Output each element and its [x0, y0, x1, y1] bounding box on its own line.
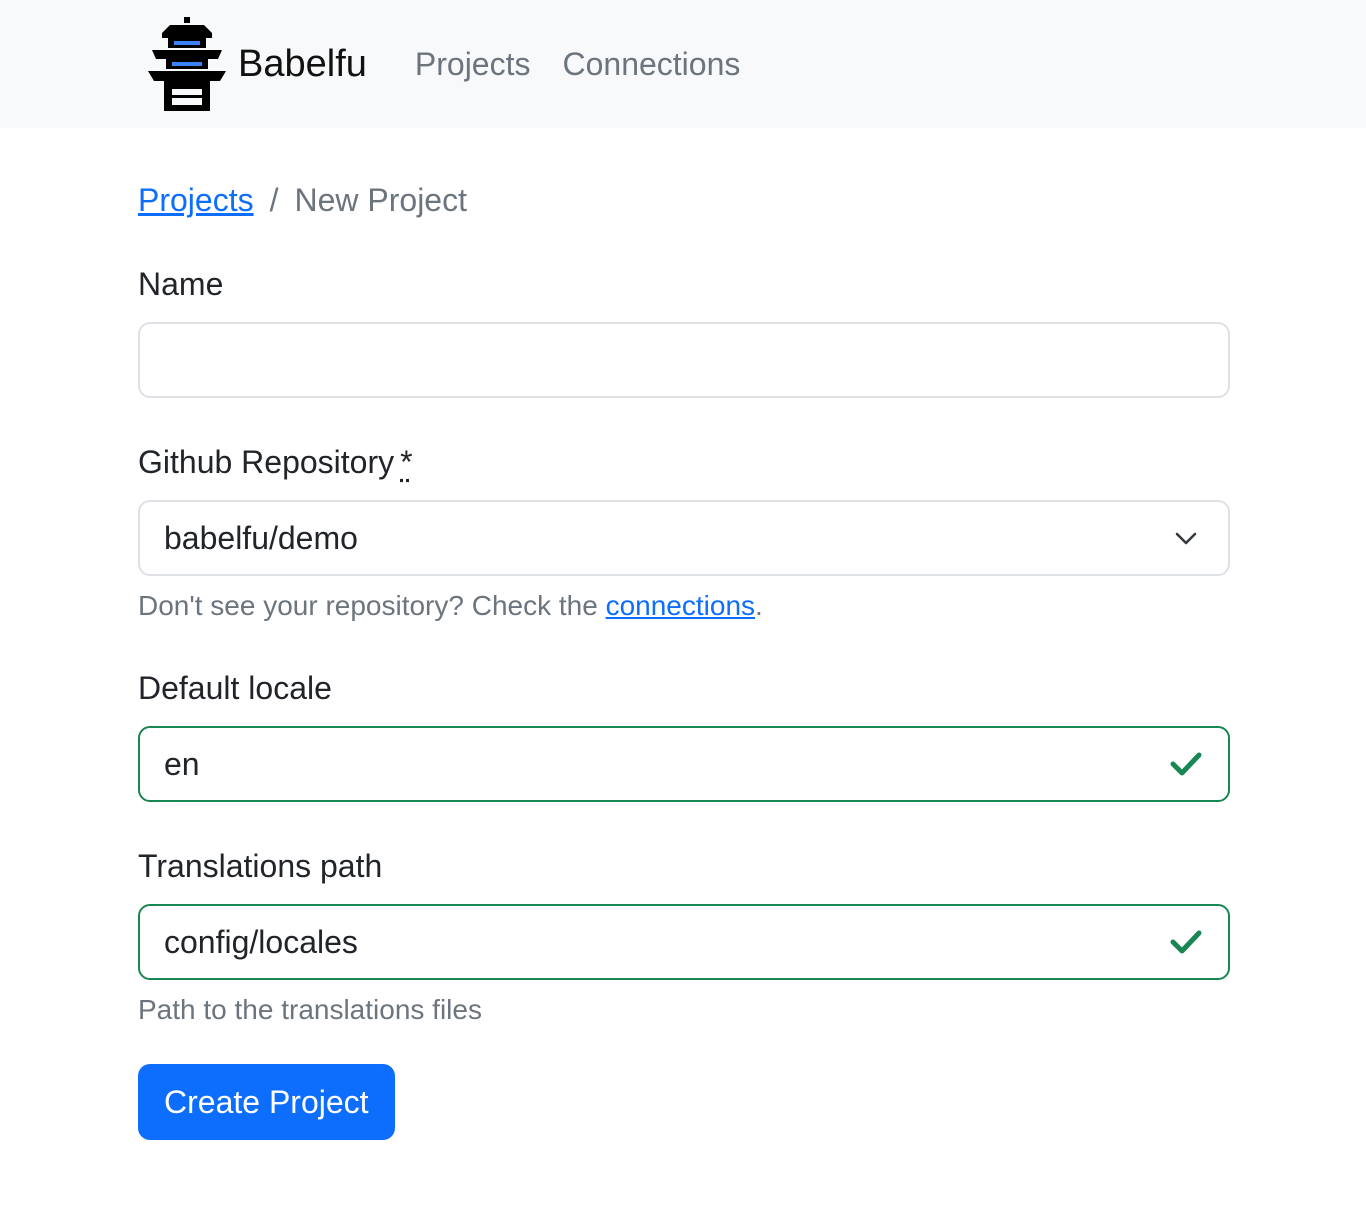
translations-path-field-group: Translations path config/locales Path to…: [138, 846, 1230, 1028]
repository-selected-value: babelfu/demo: [164, 519, 358, 556]
translations-path-help: Path to the translations files: [138, 994, 482, 1025]
repository-help-suffix: .: [755, 590, 763, 621]
repository-select[interactable]: babelfu/demo: [138, 500, 1230, 576]
repository-field-group: Github Repository * babelfu/demo Don't se…: [138, 442, 1230, 624]
brand-link[interactable]: Babelfu: [148, 17, 367, 111]
default-locale-input[interactable]: en: [138, 726, 1230, 802]
nav-links: Projects Connections: [415, 46, 772, 83]
translations-path-label: Translations path: [138, 848, 383, 884]
name-label: Name: [138, 266, 224, 302]
name-input[interactable]: [138, 322, 1230, 398]
breadcrumb-current: New Project: [294, 182, 467, 218]
repository-label-text: Github Repository: [138, 444, 395, 480]
repository-help: Don't see your repository? Check the con…: [138, 588, 1230, 624]
brand-name: Babelfu: [238, 42, 367, 85]
required-marker: *: [400, 444, 413, 480]
breadcrumb-separator: /: [269, 182, 279, 218]
create-project-button[interactable]: Create Project: [138, 1064, 395, 1140]
repository-help-prefix: Don't see your repository? Check the: [138, 590, 606, 621]
chevron-down-icon: [1175, 532, 1197, 545]
translations-path-value: config/locales: [164, 923, 358, 960]
breadcrumb-projects-link[interactable]: Projects: [138, 182, 254, 219]
main-content: Projects / New Project Name Github Repos…: [0, 182, 1230, 1140]
translations-path-input[interactable]: config/locales: [138, 904, 1230, 980]
repository-label: Github Repository *: [138, 442, 1230, 482]
nav-link-projects[interactable]: Projects: [415, 46, 531, 83]
name-field-group: Name: [138, 264, 1230, 398]
pagoda-logo-icon: [148, 17, 226, 111]
default-locale-value: en: [164, 745, 200, 782]
new-project-form: Name Github Repository * babelfu/demo Don…: [138, 264, 1230, 1140]
navbar: Babelfu Projects Connections: [0, 0, 1366, 128]
default-locale-field-group: Default locale en: [138, 668, 1230, 802]
check-icon: [1170, 752, 1202, 776]
nav-link-connections[interactable]: Connections: [562, 46, 740, 83]
check-icon: [1170, 930, 1202, 954]
breadcrumb: Projects / New Project: [138, 182, 1230, 222]
connections-link[interactable]: connections: [606, 590, 755, 621]
default-locale-label: Default locale: [138, 670, 332, 706]
